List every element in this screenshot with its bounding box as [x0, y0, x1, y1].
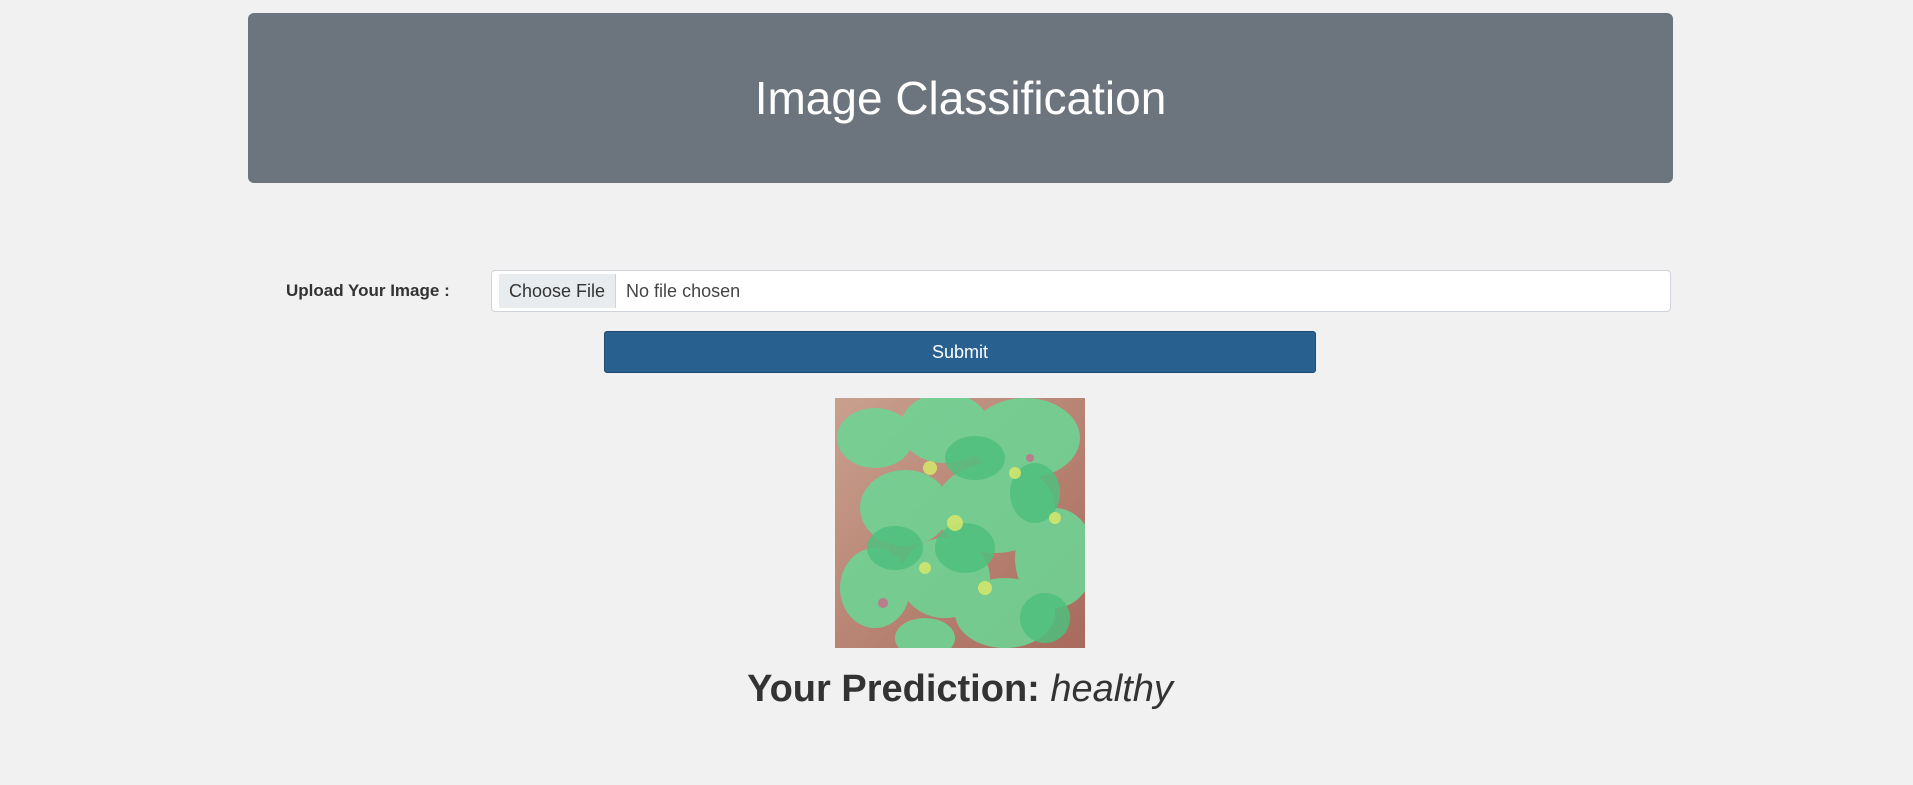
- file-status-text: No file chosen: [626, 280, 741, 301]
- prediction-value: healthy: [1050, 668, 1173, 710]
- upload-label: Upload Your Image :: [286, 281, 450, 300]
- preview-image: [835, 398, 1085, 648]
- file-input[interactable]: Choose File No file chosen: [491, 270, 1671, 312]
- header-banner: Image Classification: [248, 13, 1673, 183]
- page: Image Classification Upload Your Image :…: [0, 0, 1913, 785]
- plant-leaves-image: [835, 398, 1085, 648]
- page-title: Image Classification: [754, 72, 1167, 124]
- submit-button[interactable]: Submit: [604, 331, 1316, 373]
- prediction-text: Your Prediction: healthy: [0, 668, 1913, 711]
- choose-file-button[interactable]: Choose File: [499, 274, 617, 308]
- prediction-label: Your Prediction:: [747, 668, 1040, 710]
